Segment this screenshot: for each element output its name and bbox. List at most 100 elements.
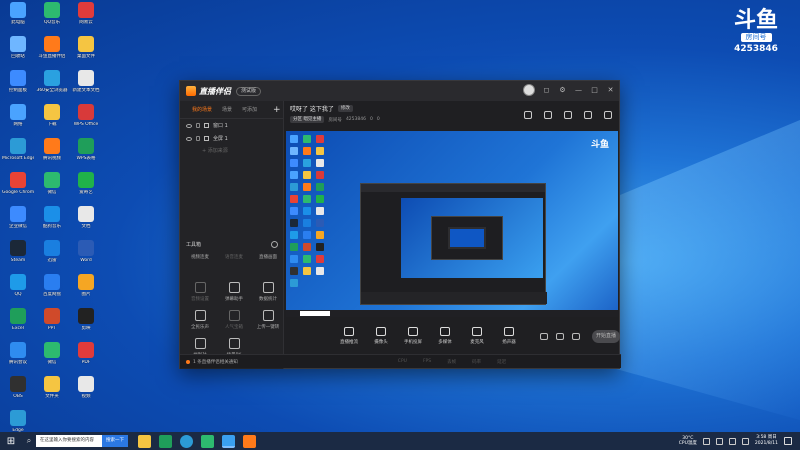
- push-stream-button[interactable]: 直播推流: [334, 327, 364, 345]
- desktop-icon[interactable]: 斗鱼直播伴侣: [36, 36, 68, 66]
- desktop-icon[interactable]: Microsoft Edge: [2, 138, 34, 168]
- desktop-icon[interactable]: 迅雷: [36, 240, 68, 270]
- bell-icon[interactable]: [584, 111, 592, 119]
- desktop-icon[interactable]: PDF: [70, 342, 102, 372]
- desktop-icon[interactable]: Google Chrome: [2, 172, 34, 202]
- tool-music[interactable]: 全民乐声: [184, 310, 216, 332]
- notification-center-icon[interactable]: [784, 437, 792, 445]
- gear-icon[interactable]: [572, 332, 580, 340]
- desktop-icon[interactable]: 爱奇艺: [70, 172, 102, 202]
- speaker-button[interactable]: 扬声器: [494, 327, 524, 345]
- camera-button[interactable]: 摄像头: [366, 327, 396, 345]
- multimedia-button[interactable]: 多媒体: [430, 327, 460, 345]
- desktop-icon[interactable]: 桌面文件: [70, 36, 102, 66]
- start-live-button[interactable]: 开始直播: [592, 329, 620, 343]
- share-icon[interactable]: [604, 111, 612, 119]
- close-icon[interactable]: ✕: [606, 86, 615, 95]
- volume-icon[interactable]: [728, 437, 736, 445]
- tool-upload[interactable]: 上传一键转: [252, 310, 284, 332]
- visibility-icon[interactable]: [186, 136, 192, 141]
- chat-icon[interactable]: [544, 111, 552, 119]
- desktop-icon[interactable]: 文档: [70, 206, 102, 236]
- desktop-icon[interactable]: 新建文本文档: [70, 70, 102, 100]
- browser-icon[interactable]: [180, 434, 193, 448]
- tool-data-stats[interactable]: 数据统计: [252, 282, 284, 304]
- desktop-icon[interactable]: OBS: [2, 376, 34, 406]
- microphone-button[interactable]: 麦克风: [462, 327, 492, 345]
- edit-title-button[interactable]: 修改: [337, 105, 353, 112]
- spreadsheet-app-icon[interactable]: [159, 434, 172, 448]
- record-icon[interactable]: [540, 332, 548, 340]
- weather-widget[interactable]: 30°C CPU温度: [679, 436, 697, 446]
- lock-icon[interactable]: [196, 136, 200, 141]
- desktop-icon[interactable]: 下载: [36, 104, 68, 134]
- source-item-fullscreen[interactable]: 全屏 1: [180, 132, 283, 145]
- settings-icon[interactable]: ⚙: [558, 86, 567, 95]
- tab-addable[interactable]: 可添加: [242, 106, 257, 113]
- desktop-icon[interactable]: 百度网盘: [36, 274, 68, 304]
- desktop-icon[interactable]: 视频: [70, 376, 102, 406]
- tab-my-scene[interactable]: 我的场景: [192, 106, 212, 113]
- circle-icon[interactable]: [556, 332, 564, 340]
- douyu-companion-icon[interactable]: [243, 434, 256, 448]
- tab-scene[interactable]: 场景: [222, 106, 232, 113]
- desktop-icon[interactable]: 网络: [2, 104, 34, 134]
- windows-start-icon[interactable]: ⊞: [0, 432, 22, 450]
- wechat-icon[interactable]: [201, 434, 214, 448]
- screen-icon[interactable]: [564, 111, 572, 119]
- desktop-icon[interactable]: 控制面板: [2, 70, 34, 100]
- desktop-icon[interactable]: QQ音乐: [36, 2, 68, 32]
- tool-popularity-box[interactable]: 人气宝箱: [218, 310, 250, 332]
- desktop-icon[interactable]: Steam: [2, 240, 34, 270]
- minimize-icon[interactable]: —: [574, 86, 583, 95]
- maximize-icon[interactable]: □: [590, 86, 599, 95]
- source-item-window[interactable]: 窗口 1: [180, 119, 283, 132]
- tool-danmaku-helper[interactable]: 弹幕助手: [218, 282, 250, 304]
- tool-audio-settings[interactable]: 音频设置: [184, 282, 216, 304]
- desktop-icon[interactable]: 微信: [36, 172, 68, 202]
- desktop-icon[interactable]: Excel: [2, 308, 34, 338]
- desktop-icon[interactable]: 微信: [36, 342, 68, 372]
- desktop-icon[interactable]: 剪映: [70, 308, 102, 338]
- desktop-icon[interactable]: WPS表格: [70, 138, 102, 168]
- desktop-icon[interactable]: QQ: [2, 274, 34, 304]
- user-avatar[interactable]: [523, 84, 535, 96]
- gift-icon[interactable]: [524, 111, 532, 119]
- desktop-icon[interactable]: 腾讯会议: [2, 342, 34, 372]
- status-message[interactable]: 1 条直播伴侣相关通知: [193, 359, 238, 365]
- add-source-button[interactable]: + 添加来源: [180, 147, 283, 154]
- tool-voice-link[interactable]: 语音连麦: [218, 254, 250, 276]
- desktop-icon[interactable]: Word: [70, 240, 102, 270]
- desktop-icon[interactable]: 腾讯视频: [36, 138, 68, 168]
- desktop-icon[interactable]: 企业微信: [2, 206, 34, 236]
- live-preview[interactable]: 斗鱼: [286, 131, 618, 317]
- phone-cast-button[interactable]: 手机投屏: [398, 327, 428, 345]
- file-explorer-icon[interactable]: [138, 434, 151, 448]
- desktop-icon[interactable]: PPT: [36, 308, 68, 338]
- toolbox-settings-icon[interactable]: [271, 241, 278, 248]
- message-icon[interactable]: ◻: [542, 86, 551, 95]
- desktop-icon[interactable]: 文件夹: [36, 376, 68, 406]
- app-titlebar[interactable]: 直播伴侣 测试版 ◻ ⚙ — □ ✕: [180, 81, 619, 101]
- tool-video-link[interactable]: 视频连麦: [184, 254, 216, 276]
- desktop-icon[interactable]: 酷狗音乐: [36, 206, 68, 236]
- taskbar-search-input[interactable]: 在这里输入你要搜索的内容: [36, 435, 102, 447]
- desktop-icon[interactable]: 回收站: [2, 36, 34, 66]
- tool-live-screen[interactable]: 直播画面: [252, 254, 284, 276]
- network-icon[interactable]: [715, 437, 723, 445]
- input-method-icon[interactable]: [741, 437, 749, 445]
- lock-icon[interactable]: [196, 123, 200, 128]
- search-icon[interactable]: ⌕: [22, 436, 36, 446]
- taskbar-search-button[interactable]: 搜索一下: [102, 435, 128, 447]
- tray-clock[interactable]: 3:58 周日 2021/8/11: [755, 435, 778, 447]
- tray-arrow-icon[interactable]: [702, 437, 710, 445]
- visibility-icon[interactable]: [186, 123, 192, 128]
- desktop-icon[interactable]: 图片: [70, 274, 102, 304]
- desktop-icon[interactable]: WPS Office: [70, 104, 102, 134]
- screen-app-icon[interactable]: [222, 434, 235, 448]
- desktop-icon[interactable]: 360安全浏览器: [36, 70, 68, 100]
- desktop-icon[interactable]: 网易云: [70, 2, 102, 32]
- desktop-icon[interactable]: 此电脑: [2, 2, 34, 32]
- category-chip[interactable]: 分区 唱见主播: [290, 116, 325, 123]
- add-scene-button[interactable]: +: [273, 105, 281, 115]
